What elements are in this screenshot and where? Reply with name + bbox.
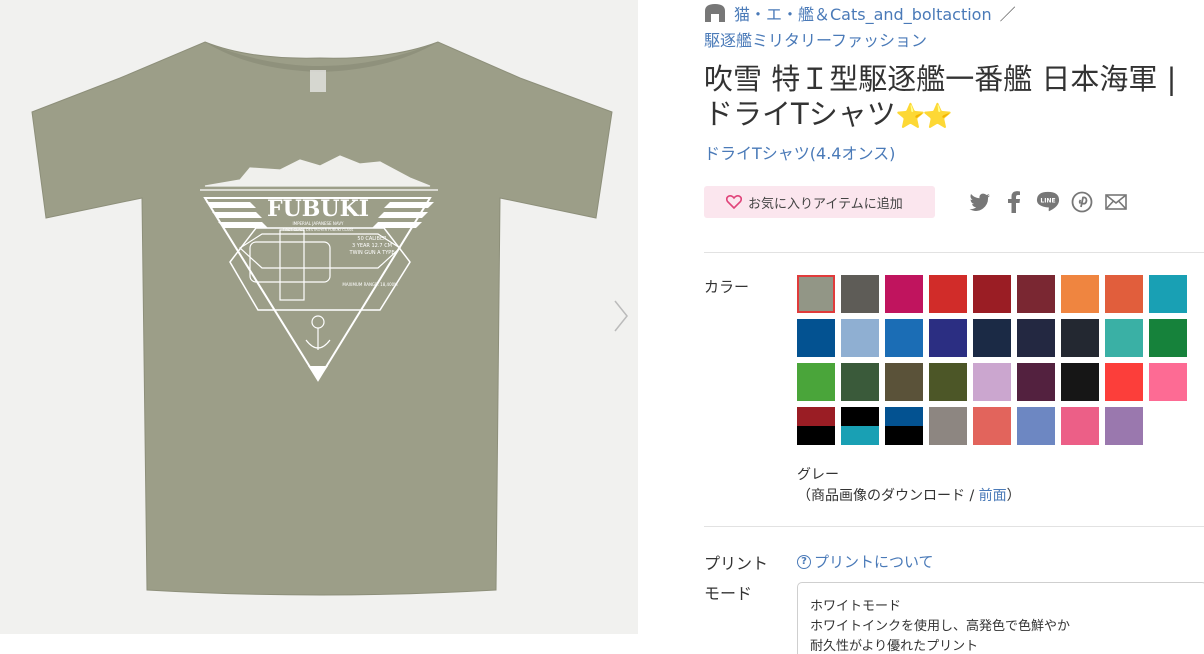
download-suffix: ）	[1006, 488, 1021, 504]
color-swatch[interactable]	[885, 407, 923, 445]
twitter-icon[interactable]	[968, 190, 992, 214]
color-swatch-grid	[797, 275, 1197, 445]
color-swatch[interactable]	[1105, 319, 1143, 357]
print-mode-desc1: ホワイトインクを使用し、高発色で色鮮やか	[810, 619, 1071, 634]
color-swatch[interactable]	[929, 363, 967, 401]
design-text-3: 50 CALIBER	[357, 236, 387, 242]
category-link[interactable]: 駆逐艦ミリタリーファッション	[704, 27, 927, 51]
next-image-button[interactable]	[606, 296, 636, 336]
selected-color-name: グレー	[797, 467, 839, 483]
chevron-right-icon	[614, 300, 628, 332]
color-swatch[interactable]	[1017, 319, 1055, 357]
color-swatch[interactable]	[797, 407, 835, 445]
color-swatch[interactable]	[797, 275, 835, 313]
color-swatch[interactable]	[1017, 407, 1055, 445]
mail-icon[interactable]	[1104, 190, 1128, 214]
shop-breadcrumb: 猫・エ・艦＆Cats_and_boltaction ／	[704, 0, 1016, 26]
color-swatch[interactable]	[1149, 275, 1187, 313]
about-print-label: プリントについて	[814, 553, 934, 571]
pinterest-icon[interactable]	[1070, 190, 1094, 214]
product-type-link[interactable]: ドライTシャツ(4.4オンス)	[704, 140, 895, 164]
color-swatch[interactable]	[885, 275, 923, 313]
color-swatch[interactable]	[1149, 319, 1187, 357]
svg-text:LINE: LINE	[1040, 197, 1055, 204]
print-mode-label-line1: プリント	[704, 554, 769, 573]
design-main-text: FUBUKI	[267, 196, 369, 222]
color-swatch[interactable]	[841, 275, 879, 313]
design-text-2: FIRST CLASS DESTROYER FUBUKI CLASS	[283, 228, 355, 232]
color-swatch[interactable]	[797, 319, 835, 357]
print-mode-desc2: 耐久性がより優れたプリント	[810, 639, 979, 654]
heart-icon	[726, 195, 742, 209]
star-emoji: ⭐⭐	[895, 102, 953, 130]
share-icons: LINE	[968, 190, 1128, 214]
color-label: カラー	[704, 278, 750, 296]
color-swatch[interactable]	[841, 319, 879, 357]
color-swatch[interactable]	[1061, 275, 1099, 313]
product-title: 吹雪 特Ｉ型駆逐艦一番艦 日本海軍 | ドライTシャツ⭐⭐	[704, 62, 1204, 134]
design-text-1: IMPERIAL JAPANESE NAVY	[292, 221, 344, 226]
front-download-link[interactable]: 前面	[979, 488, 1007, 504]
favorite-label: お気に入りアイテムに追加	[748, 196, 903, 212]
print-mode-label-line2: モード	[704, 584, 753, 603]
color-swatch[interactable]	[973, 363, 1011, 401]
color-swatch[interactable]	[841, 407, 879, 445]
shop-icon	[705, 4, 725, 22]
download-prefix: （商品画像のダウンロード /	[797, 488, 979, 504]
design-text-6: MAXIMUM RANGE: 18,400M	[342, 282, 398, 287]
print-mode-select[interactable]: ホワイトモード ホワイトインクを使用し、高発色で色鮮やか 耐久性がより優れたプリ…	[797, 582, 1204, 654]
color-swatch[interactable]	[929, 275, 967, 313]
facebook-icon[interactable]	[1002, 190, 1026, 214]
color-swatch[interactable]	[797, 363, 835, 401]
design-text-5: TWIN GUN A TYPE	[349, 250, 395, 256]
color-swatch[interactable]	[929, 407, 967, 445]
color-swatch[interactable]	[1061, 319, 1099, 357]
color-swatch[interactable]	[973, 319, 1011, 357]
line-icon[interactable]: LINE	[1036, 190, 1060, 214]
divider	[704, 526, 1204, 527]
color-swatch[interactable]	[1105, 407, 1143, 445]
shop-name-link[interactable]: 猫・エ・艦＆Cats_and_boltaction	[734, 1, 992, 25]
about-print-link[interactable]: ? プリントについて	[797, 551, 934, 572]
color-swatch[interactable]	[841, 363, 879, 401]
color-swatch[interactable]	[885, 319, 923, 357]
print-mode-title: ホワイトモード	[810, 599, 902, 614]
product-image-area: FUBUKI IMPERIAL JAPANESE NAVY FIRST CLAS…	[0, 0, 638, 634]
color-swatch[interactable]	[1061, 407, 1099, 445]
color-swatch[interactable]	[973, 407, 1011, 445]
color-swatch[interactable]	[929, 319, 967, 357]
color-swatch[interactable]	[885, 363, 923, 401]
tshirt-image: FUBUKI IMPERIAL JAPANESE NAVY FIRST CLAS…	[31, 41, 613, 596]
divider	[704, 252, 1204, 253]
image-download: （商品画像のダウンロード / 前面）	[797, 485, 1021, 505]
help-icon: ?	[797, 554, 811, 569]
color-swatch[interactable]	[1105, 275, 1143, 313]
design-text-4: 3 YEAR 12.7 CM	[352, 243, 392, 249]
color-swatch[interactable]	[1149, 363, 1187, 401]
color-swatch[interactable]	[1061, 363, 1099, 401]
color-swatch[interactable]	[1017, 275, 1055, 313]
color-swatch[interactable]	[1105, 363, 1143, 401]
add-to-favorites-button[interactable]: お気に入りアイテムに追加	[704, 186, 935, 218]
color-swatch[interactable]	[1017, 363, 1055, 401]
color-swatch[interactable]	[973, 275, 1011, 313]
breadcrumb-separator: ／	[999, 5, 1016, 24]
